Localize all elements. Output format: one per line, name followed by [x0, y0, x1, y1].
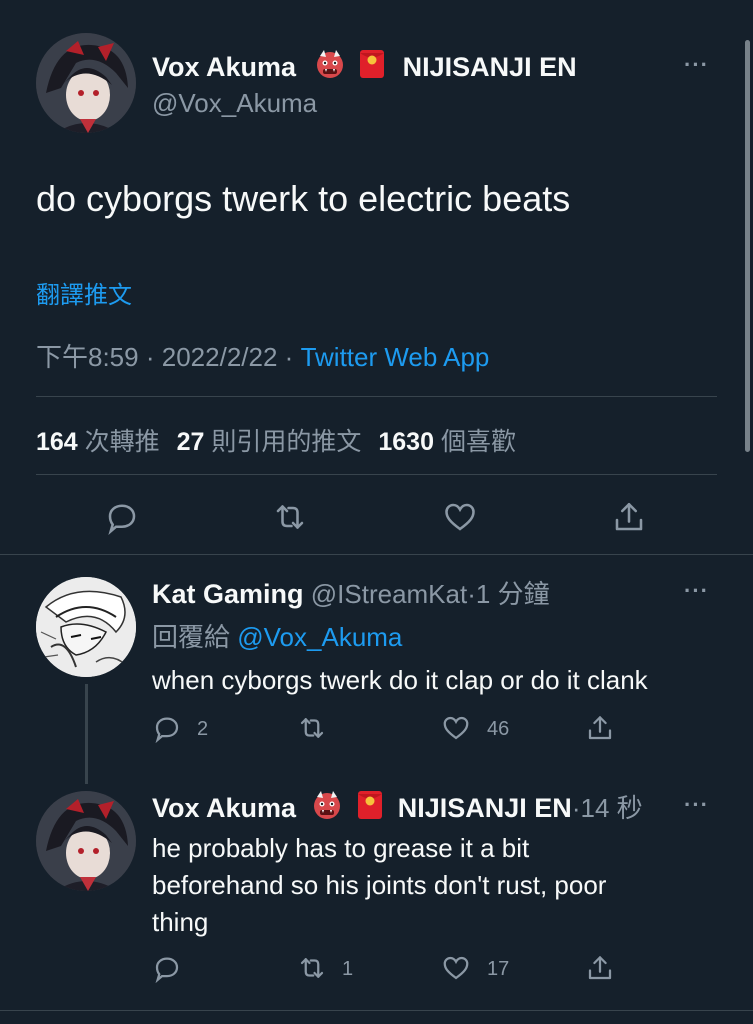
thread-line: [85, 684, 88, 784]
reply-time[interactable]: 14 秒: [580, 793, 642, 823]
reply-icon[interactable]: [104, 499, 140, 535]
scrollbar[interactable]: [745, 40, 750, 452]
tweet-source[interactable]: Twitter Web App: [301, 342, 490, 372]
like-count: 1630: [378, 428, 434, 456]
reply-to-line: 回覆給 @Vox_Akuma: [152, 617, 402, 654]
red-envelope-icon: [359, 48, 385, 87]
author-avatar[interactable]: [36, 33, 136, 133]
share-icon[interactable]: [611, 499, 647, 535]
reply-time[interactable]: 1 分鐘: [476, 579, 550, 609]
tweet-metadata: 下午8:59 · 2022/2/22 · Twitter Web App: [36, 337, 489, 374]
retweet-icon[interactable]: [297, 953, 327, 983]
retweet-count: 164: [36, 428, 78, 456]
more-options-icon[interactable]: ···: [684, 52, 709, 78]
reply-text: when cyborgs twerk do it clap or do it c…: [152, 665, 648, 695]
engagement-stats: 164 次轉推 27 則引用的推文 1630 個喜歡: [36, 422, 516, 458]
reply-header: Kat Gaming @IStreamKat·1 分鐘: [152, 574, 550, 611]
author-display-name[interactable]: Vox Akuma NIJISANJI EN: [152, 48, 577, 87]
share-icon[interactable]: [585, 953, 615, 983]
translate-tweet-link[interactable]: 翻譯推文: [36, 275, 132, 310]
like-count: 17: [487, 958, 510, 980]
like-count: 46: [487, 718, 510, 740]
retweet-icon[interactable]: [272, 499, 308, 535]
share-icon[interactable]: [585, 713, 615, 743]
retweet-count: 1: [342, 958, 354, 980]
reply-icon[interactable]: [152, 713, 182, 743]
more-options-icon[interactable]: ···: [684, 792, 709, 818]
reply-display-name[interactable]: Vox Akuma: [152, 793, 296, 823]
retweet-label: 次轉推: [84, 428, 160, 456]
tweet-time[interactable]: 下午8:59: [36, 342, 139, 372]
retweet-stat[interactable]: 164 次轉推: [36, 428, 167, 456]
reply-count: 2: [197, 718, 209, 740]
reply-display-name[interactable]: Kat Gaming: [152, 579, 304, 609]
reply-to-handle[interactable]: @Vox_Akuma: [237, 622, 402, 652]
author-name-text: Vox Akuma: [152, 52, 297, 82]
meta-separator: ·: [467, 579, 476, 609]
like-icon[interactable]: [441, 953, 471, 983]
red-envelope-icon: [357, 789, 383, 828]
like-icon[interactable]: [441, 713, 471, 743]
reply-text-line: beforehand so his joints don't rust, poo…: [152, 870, 607, 900]
retweet-icon[interactable]: [297, 713, 327, 743]
quote-stat[interactable]: 27 則引用的推文: [177, 428, 369, 456]
reply-icon[interactable]: [152, 953, 182, 983]
ogre-emoji-icon: [314, 48, 346, 87]
section-divider: [0, 554, 753, 555]
reply-header: Vox Akuma NIJISANJI EN·14 秒: [152, 788, 643, 828]
divider: [36, 474, 717, 475]
like-icon[interactable]: [442, 499, 478, 535]
reply-text-line: thing: [152, 907, 209, 937]
reply-text: he probably has to grease it a bit befor…: [152, 830, 606, 941]
tweet-date[interactable]: 2022/2/22: [162, 342, 278, 372]
reply-text-line: he probably has to grease it a bit: [152, 833, 530, 863]
author-handle[interactable]: @Vox_Akuma: [152, 88, 317, 119]
quote-count: 27: [176, 428, 205, 456]
meta-separator: ·: [145, 342, 155, 372]
ogre-emoji-icon: [311, 789, 343, 828]
tweet-text: do cyborgs twerk to electric beats: [36, 178, 571, 219]
meta-separator: ·: [284, 342, 294, 372]
reply-handle[interactable]: @IStreamKat: [311, 579, 467, 609]
section-divider: [0, 1010, 753, 1011]
reply-avatar[interactable]: [36, 577, 136, 677]
like-stat[interactable]: 1630 個喜歡: [378, 428, 516, 456]
author-affiliation: NIJISANJI EN: [402, 52, 577, 82]
like-label: 個喜歡: [440, 428, 516, 456]
more-options-icon[interactable]: ···: [684, 578, 709, 604]
reply-affiliation: NIJISANJI EN: [397, 793, 572, 823]
quote-label: 則引用的推文: [211, 428, 362, 456]
reply-avatar[interactable]: [36, 791, 136, 891]
reply-to-label: 回覆給: [152, 622, 231, 652]
divider: [36, 396, 717, 397]
